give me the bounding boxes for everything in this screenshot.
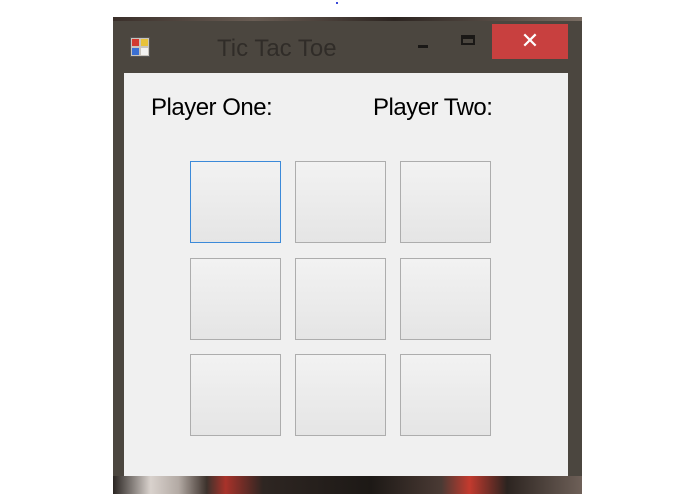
app-icon[interactable] — [130, 37, 150, 57]
board-cell-7[interactable] — [190, 354, 281, 436]
player-one-label: Player One: — [151, 94, 273, 121]
close-icon: ✕ — [520, 29, 540, 54]
client-area: Player One: Player Two: — [124, 73, 568, 477]
board-cell-1[interactable] — [190, 161, 281, 243]
board-cell-4[interactable] — [190, 258, 281, 340]
board-cell-6[interactable] — [400, 258, 491, 340]
window-title: Tic Tac Toe — [217, 35, 337, 62]
board-cell-3[interactable] — [400, 161, 491, 243]
maximize-button[interactable] — [453, 31, 483, 57]
minimize-button[interactable] — [409, 31, 439, 57]
app-window: Tic Tac Toe ✕ Player One: Player Two: — [113, 21, 582, 481]
screen: Tic Tac Toe ✕ Player One: Player Two: — [0, 0, 695, 494]
board-cell-9[interactable] — [400, 354, 491, 436]
board-cell-8[interactable] — [295, 354, 386, 436]
background-dot — [336, 2, 338, 4]
player-two-label: Player Two: — [373, 94, 493, 121]
board-cell-5[interactable] — [295, 258, 386, 340]
close-button[interactable]: ✕ — [492, 24, 568, 59]
background-strip-bottom — [113, 476, 582, 494]
title-bar[interactable]: Tic Tac Toe ✕ — [113, 21, 582, 73]
board-cell-2[interactable] — [295, 161, 386, 243]
